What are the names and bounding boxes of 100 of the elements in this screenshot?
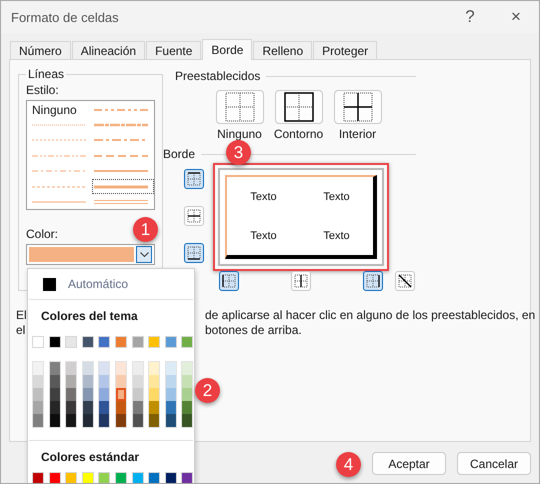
color-swatch[interactable] — [82, 362, 93, 375]
color-swatch[interactable] — [50, 388, 60, 401]
color-swatch[interactable] — [149, 388, 160, 401]
tab[interactable]: Fuente — [146, 41, 202, 60]
color-swatch[interactable] — [182, 388, 192, 401]
color-swatch[interactable] — [182, 362, 192, 375]
color-swatch[interactable] — [82, 401, 93, 414]
border-toggle-button[interactable] — [184, 169, 204, 189]
color-swatch[interactable] — [182, 401, 192, 414]
color-swatch[interactable] — [132, 375, 143, 388]
preview-text: Texto — [322, 190, 351, 204]
color-swatch[interactable] — [33, 362, 43, 375]
section-title: Preestablecidos — [175, 69, 260, 83]
color-swatch[interactable] — [82, 414, 93, 427]
section-title: Borde — [163, 147, 196, 161]
line-style-icon — [32, 184, 86, 190]
cancel-button[interactable]: Cancelar — [457, 452, 531, 475]
color-swatch[interactable] — [166, 362, 176, 375]
color-swatch[interactable] — [116, 414, 126, 427]
color-swatch[interactable] — [166, 375, 176, 388]
color-swatch[interactable] — [99, 414, 110, 427]
line-style-option[interactable]: Ninguno — [30, 102, 92, 118]
preview-text: Texto — [249, 228, 278, 244]
preset-button[interactable] — [274, 90, 322, 124]
tab[interactable]: Relleno — [253, 41, 312, 60]
color-swatch[interactable] — [33, 375, 43, 388]
color-dropdown[interactable] — [26, 244, 155, 265]
color-swatch[interactable] — [99, 362, 110, 375]
color-swatch[interactable] — [182, 375, 192, 388]
border-toggle-button[interactable] — [363, 271, 383, 291]
preset-label: Contorno — [274, 127, 324, 141]
color-swatch[interactable] — [149, 414, 160, 427]
border-toggle-button[interactable] — [184, 243, 204, 263]
color-swatch[interactable] — [132, 388, 143, 401]
color-swatch[interactable] — [132, 401, 143, 414]
line-style-icon — [94, 122, 148, 128]
color-swatch[interactable] — [66, 401, 76, 414]
line-style-icon — [94, 184, 148, 190]
border-line-icon — [398, 274, 412, 288]
border-toggle-button[interactable] — [219, 271, 239, 291]
menu-section-title: Colores estándar — [40, 449, 140, 466]
color-swatch[interactable] — [50, 375, 60, 388]
color-swatch[interactable] — [33, 414, 43, 427]
tab[interactable]: Número — [10, 41, 71, 60]
border-toggle-button[interactable] — [291, 271, 311, 291]
color-swatch[interactable] — [82, 388, 93, 401]
color-swatch[interactable] — [116, 375, 126, 388]
preset-label: Interior — [338, 127, 376, 141]
automatic-color-option[interactable]: Automático — [29, 269, 193, 300]
close-button[interactable]: × — [493, 1, 539, 33]
line-style-icon — [94, 137, 148, 144]
ok-button[interactable]: Aceptar — [372, 452, 446, 475]
tab[interactable]: Alineación — [72, 41, 146, 60]
color-swatch[interactable] — [66, 375, 76, 388]
line-style-list[interactable]: Ninguno — [26, 100, 155, 210]
description-text: El — [16, 308, 27, 322]
color-swatch[interactable] — [132, 362, 143, 375]
color-swatch[interactable] — [166, 401, 176, 414]
help-button[interactable]: ? — [447, 1, 493, 33]
line-style-icon — [94, 152, 148, 159]
color-swatch[interactable] — [99, 388, 110, 401]
color-swatch[interactable] — [149, 401, 160, 414]
dropdown-button[interactable] — [136, 246, 152, 263]
style-label: Estilo: — [26, 83, 59, 97]
color-label: Color: — [26, 227, 58, 241]
preset-button[interactable] — [216, 90, 264, 124]
preset-label: Ninguno — [217, 127, 262, 141]
color-swatch[interactable] — [99, 401, 110, 414]
color-swatch[interactable] — [82, 375, 93, 388]
color-swatch[interactable] — [66, 362, 76, 375]
tab[interactable]: Proteger — [313, 41, 378, 60]
color-swatch[interactable] — [33, 401, 43, 414]
color-swatch[interactable] — [50, 401, 60, 414]
color-swatch[interactable] — [182, 414, 192, 427]
color-swatch[interactable] — [66, 414, 76, 427]
line-style-icon — [32, 199, 86, 206]
tab[interactable]: Borde — [202, 39, 252, 60]
line-style-option[interactable] — [92, 178, 154, 194]
color-swatch[interactable] — [50, 362, 60, 375]
color-swatch[interactable] — [50, 414, 60, 427]
color-swatch[interactable] — [66, 388, 76, 401]
color-swatch[interactable] — [149, 375, 160, 388]
color-swatch[interactable] — [132, 414, 143, 427]
line-style-icon — [94, 106, 148, 113]
line-style-icon — [94, 199, 148, 206]
border-preset-icon — [224, 91, 256, 123]
line-style-icon — [32, 137, 86, 144]
color-swatch[interactable] — [33, 388, 43, 401]
color-swatch[interactable] — [149, 362, 160, 375]
preset-button[interactable] — [334, 90, 382, 124]
line-style-icon — [32, 152, 86, 159]
color-swatch[interactable] — [166, 414, 176, 427]
group-title: Líneas — [27, 67, 66, 81]
color-swatch[interactable] — [116, 401, 126, 414]
color-swatch[interactable] — [166, 388, 176, 401]
color-swatch[interactable] — [99, 375, 110, 388]
color-swatch[interactable] — [116, 362, 126, 375]
color-swatch[interactable] — [116, 388, 126, 401]
border-toggle-button[interactable] — [395, 271, 415, 291]
border-toggle-button[interactable] — [184, 206, 204, 226]
